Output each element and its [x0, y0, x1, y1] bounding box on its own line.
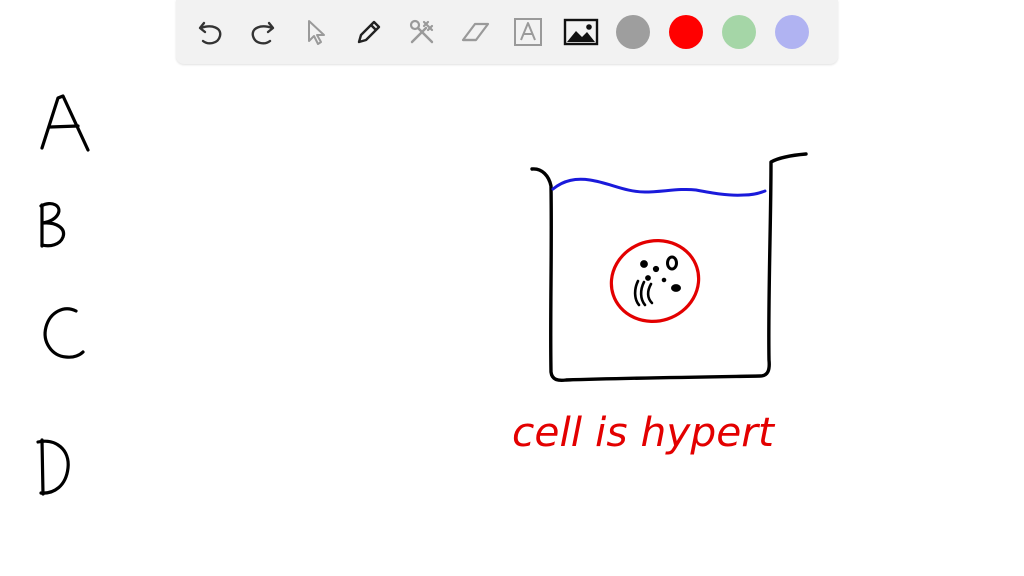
- color-swatch-red[interactable]: [669, 15, 703, 49]
- beaker-outline: [530, 152, 808, 382]
- eraser-icon: [461, 22, 490, 42]
- redo-button[interactable]: [245, 14, 281, 50]
- whiteboard-canvas[interactable]: cell is hypert A B C D: [0, 0, 1024, 576]
- text-tool-button[interactable]: [510, 14, 546, 50]
- handwritten-letter-b: [39, 201, 66, 248]
- redo-icon: [251, 21, 275, 45]
- cell-organelles: [633, 255, 681, 307]
- cell-membrane: [609, 239, 701, 323]
- handwritten-letter-d: [36, 438, 70, 496]
- color-swatch-lavender[interactable]: [775, 15, 809, 49]
- color-swatch-green[interactable]: [722, 15, 756, 49]
- color-swatch-gray[interactable]: [616, 15, 650, 49]
- handwritten-letter-c: [43, 307, 85, 359]
- select-tool-button[interactable]: [298, 14, 334, 50]
- undo-button[interactable]: [192, 14, 228, 50]
- drawing-toolbar: [176, 0, 838, 64]
- text-box-icon: [514, 18, 542, 46]
- tools-icon: [409, 19, 434, 44]
- eraser-tool-button[interactable]: [457, 14, 493, 50]
- tools-button[interactable]: [404, 14, 440, 50]
- image-icon: [563, 18, 599, 46]
- undo-icon: [198, 21, 222, 45]
- image-tool-button[interactable]: [563, 14, 599, 50]
- pointer-icon: [308, 20, 325, 45]
- pen-icon: [357, 20, 381, 44]
- water-level-line: [551, 177, 767, 197]
- handwriting-layer: cell is hypert: [36, 94, 808, 496]
- handwritten-letter-a: [40, 94, 90, 152]
- pen-tool-button[interactable]: [351, 14, 387, 50]
- handwritten-caption: cell is hypert: [512, 410, 775, 456]
